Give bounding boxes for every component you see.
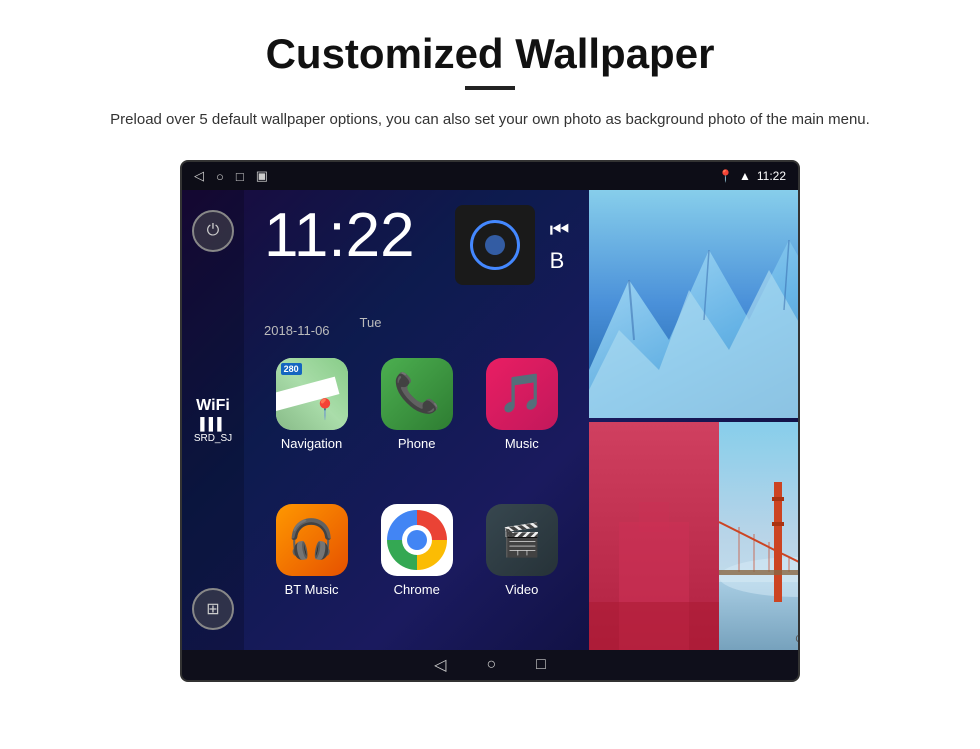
android-device: ◁ ○ □ ▣ 📍 ▲ 11:22 ⏻ WiFi ▌▌▌ SRD_ [180, 160, 800, 682]
music-app-icon: 🎵 [486, 358, 558, 430]
app-item-navigation[interactable]: 280 📍 Navigation [264, 358, 359, 494]
clock-area: 11:22 2018-11-06 Tue ⏮ [244, 190, 589, 348]
center-content: 11:22 2018-11-06 Tue ⏮ [244, 190, 589, 650]
app-item-music[interactable]: 🎵 Music [474, 358, 569, 494]
nav-home-icon[interactable]: ○ [486, 656, 496, 674]
video-app-label: Video [505, 582, 538, 597]
bluetooth-icon[interactable]: B [550, 248, 570, 274]
screenshot-icon: ▣ [256, 168, 268, 184]
power-button[interactable]: ⏻ [192, 210, 234, 252]
radio-widget[interactable] [455, 205, 535, 285]
left-sidebar: ⏻ WiFi ▌▌▌ SRD_SJ ⊞ [182, 190, 244, 650]
power-icon: ⏻ [207, 222, 220, 240]
bt-music-app-label: BT Music [285, 582, 339, 597]
wallpaper-previews: CarSetting [589, 190, 800, 650]
content-area: ◁ ○ □ ▣ 📍 ▲ 11:22 ⏻ WiFi ▌▌▌ SRD_ [40, 160, 940, 682]
pink-wallpaper-svg [589, 422, 719, 650]
chrome-app-label: Chrome [394, 582, 440, 597]
clock-day: Tue [360, 315, 382, 338]
wallpaper-preview-glacier[interactable] [589, 190, 800, 418]
phone-icon: 📞 [393, 372, 440, 416]
android-bottom-nav: ◁ ○ □ [182, 650, 798, 680]
svg-text:CarSetting: CarSetting [796, 634, 800, 645]
prev-track-button[interactable]: ⏮ [550, 217, 570, 243]
phone-app-label: Phone [398, 436, 436, 451]
wifi-signal-bars: ▌▌▌ [194, 417, 232, 431]
media-controls: ⏮ B [550, 217, 570, 274]
nav-route-badge: 280 [281, 363, 302, 375]
title-divider [465, 86, 515, 90]
home-icon: ○ [216, 169, 224, 184]
wallpaper-preview-pink[interactable] [589, 422, 719, 650]
widget-area: ⏮ B [455, 205, 570, 285]
apps-grid-button[interactable]: ⊞ [192, 588, 234, 630]
app-item-video[interactable]: 🎬 Video [474, 504, 569, 640]
video-clapper-icon: 🎬 [502, 521, 542, 559]
radio-inner [485, 235, 505, 255]
bluetooth-music-icon: 🎧 [288, 518, 335, 562]
wifi-network-name: SRD_SJ [194, 433, 232, 444]
glacier-svg [589, 190, 800, 418]
chrome-outer-ring [387, 510, 447, 570]
status-time: 11:22 [757, 169, 786, 183]
music-app-label: Music [505, 436, 539, 451]
clock-section: 11:22 2018-11-06 Tue [264, 205, 415, 338]
recents-icon: □ [236, 169, 244, 184]
android-main: ⏻ WiFi ▌▌▌ SRD_SJ ⊞ 11:22 [182, 190, 798, 650]
page-description: Preload over 5 default wallpaper options… [110, 108, 870, 132]
clock-date: 2018-11-06 [264, 323, 330, 338]
status-bar-left: ◁ ○ □ ▣ [194, 168, 268, 184]
bt-music-app-icon: 🎧 [276, 504, 348, 576]
status-bar: ◁ ○ □ ▣ 📍 ▲ 11:22 [182, 162, 798, 190]
clock-time: 11:22 [264, 205, 415, 267]
navigation-app-icon: 280 📍 [276, 358, 348, 430]
app-item-phone[interactable]: 📞 Phone [369, 358, 464, 494]
wifi-label: WiFi [194, 397, 232, 415]
status-bar-right: 📍 ▲ 11:22 [718, 169, 786, 183]
wifi-info: WiFi ▌▌▌ SRD_SJ [194, 397, 232, 444]
clock-date-row: 2018-11-06 Tue [264, 315, 415, 338]
app-item-chrome[interactable]: Chrome [369, 504, 464, 640]
nav-recents-icon[interactable]: □ [536, 656, 546, 674]
video-app-icon: 🎬 [486, 504, 558, 576]
page-title: Customized Wallpaper [266, 30, 715, 78]
radio-icon [470, 220, 520, 270]
bridge-svg: CarSetting [719, 422, 800, 650]
app-item-bt-music[interactable]: 🎧 BT Music [264, 504, 359, 640]
music-icon: 🎵 [498, 372, 545, 416]
chrome-app-icon [381, 504, 453, 576]
location-icon: 📍 [718, 169, 733, 183]
wifi-icon: ▲ [739, 169, 751, 183]
app-grid: 280 📍 Navigation 📞 Phone [244, 348, 589, 650]
nav-location-pin: 📍 [313, 397, 338, 422]
chrome-center-blue [407, 530, 427, 550]
back-icon: ◁ [194, 168, 204, 184]
phone-app-icon: 📞 [381, 358, 453, 430]
navigation-app-label: Navigation [281, 436, 342, 451]
grid-icon: ⊞ [206, 599, 219, 619]
wallpaper-preview-bridge[interactable]: CarSetting [719, 422, 800, 650]
wallpaper-bottom-container: CarSetting [589, 422, 800, 650]
nav-back-icon[interactable]: ◁ [434, 655, 446, 675]
